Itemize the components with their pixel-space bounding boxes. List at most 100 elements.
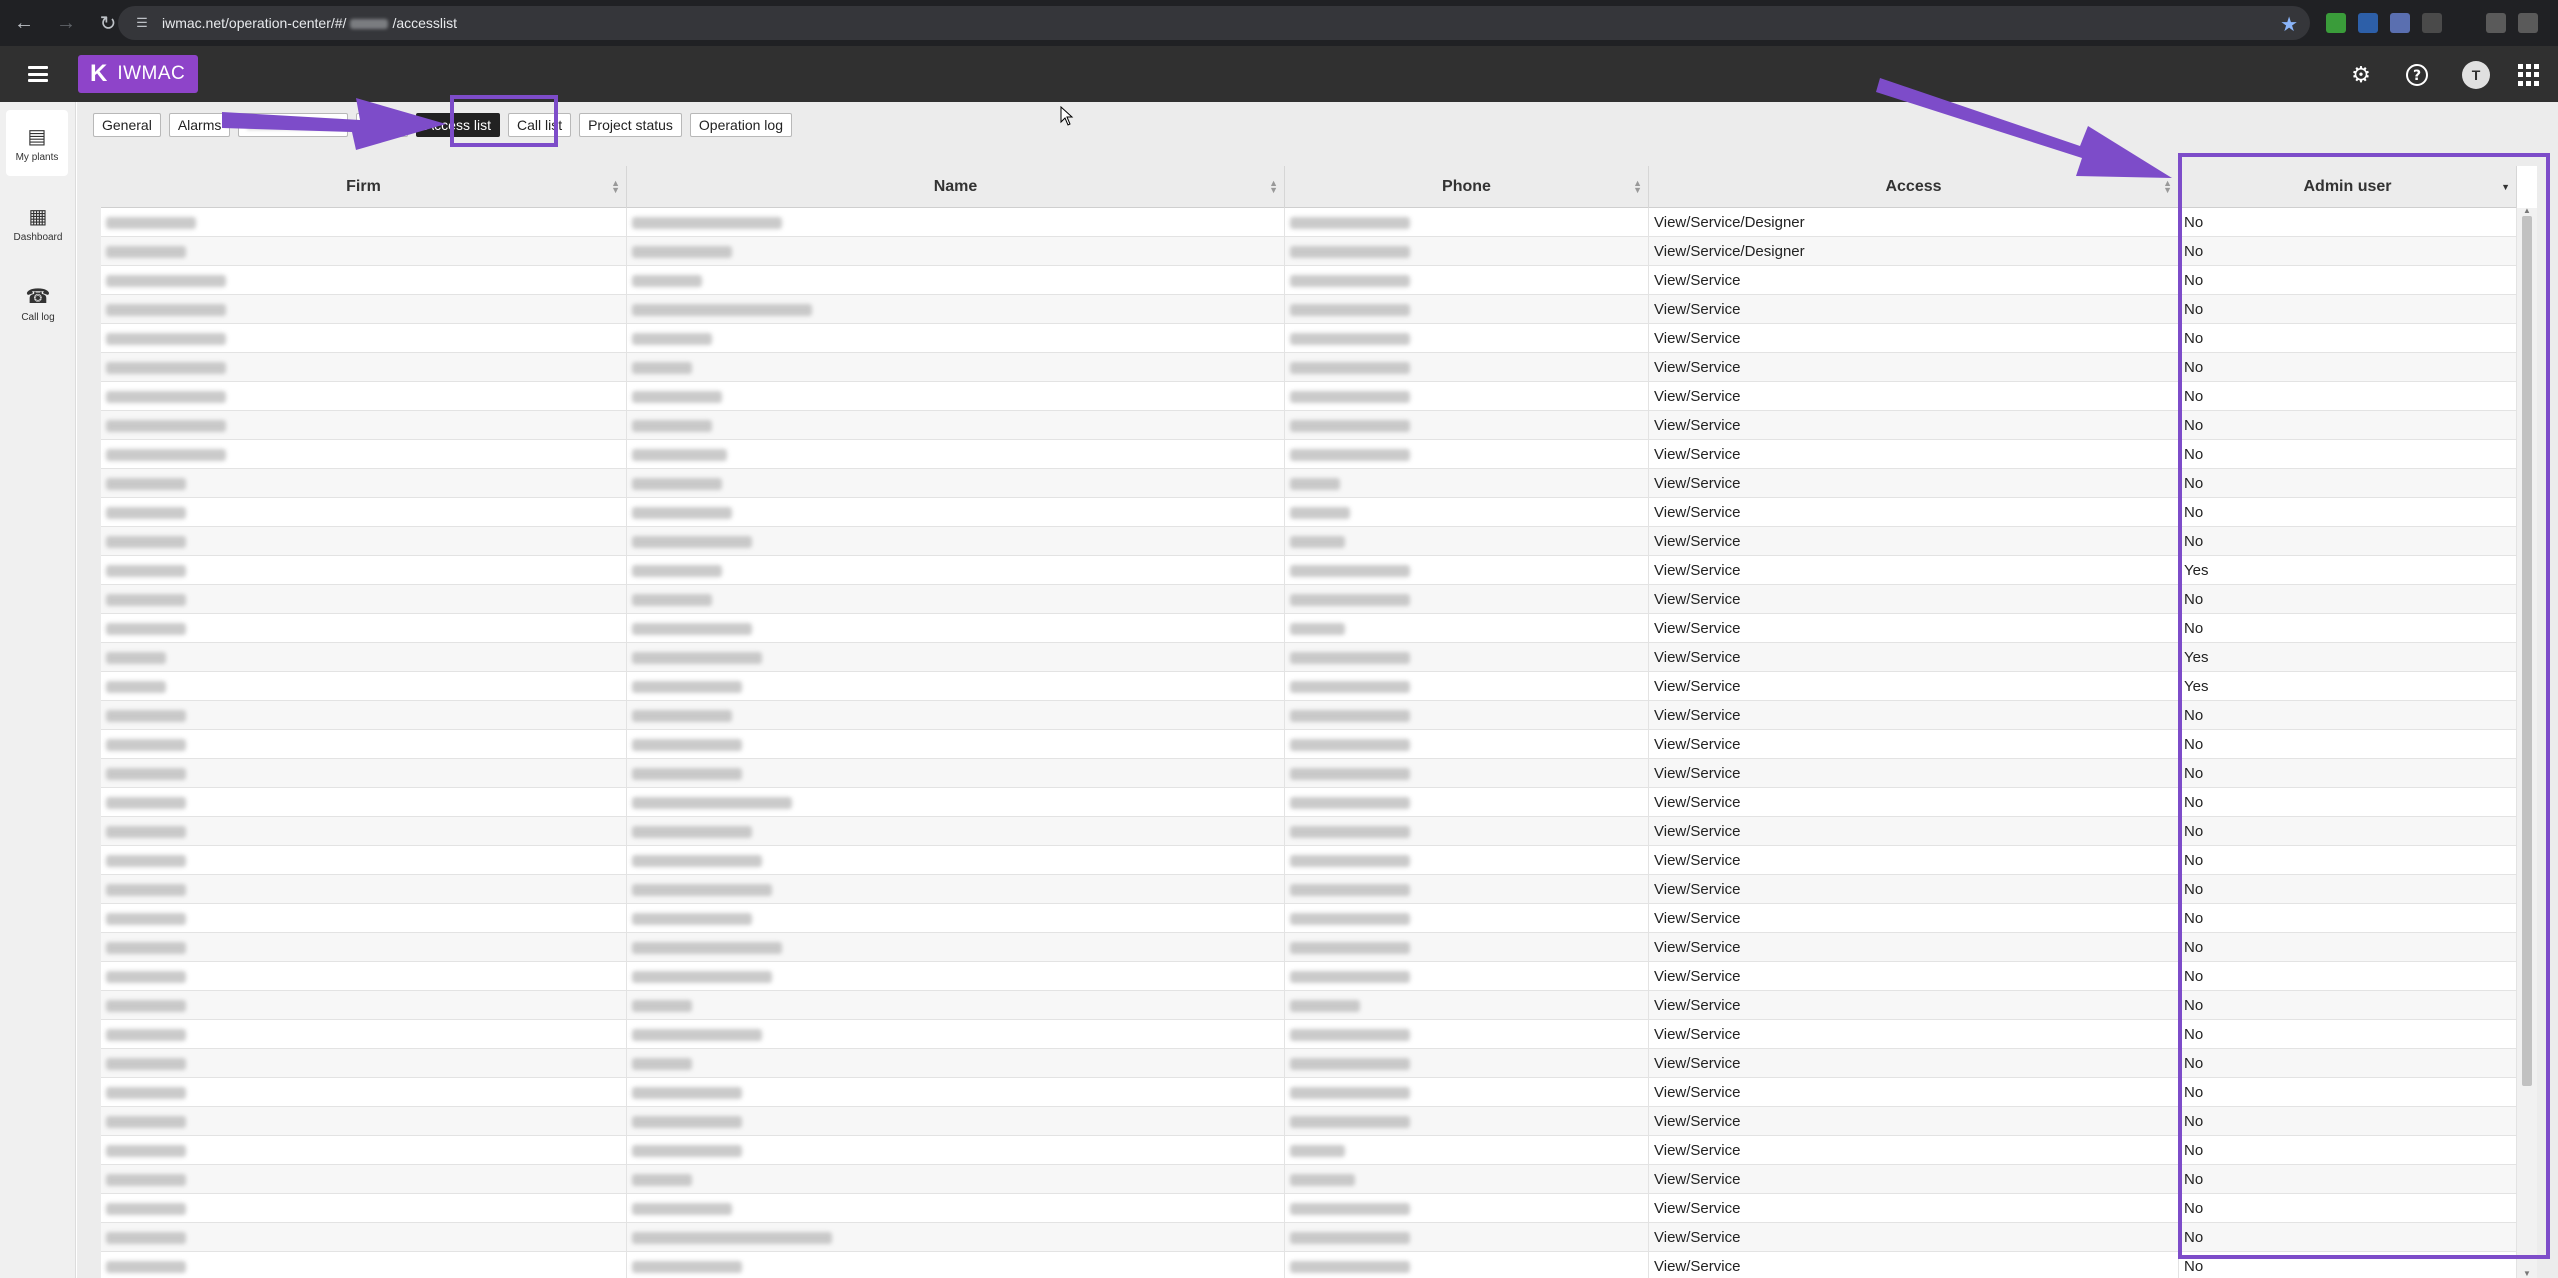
table-row[interactable]: View/Service No xyxy=(101,933,2517,962)
extension-green-icon[interactable] xyxy=(2326,13,2346,33)
table-row[interactable]: View/Service No xyxy=(101,295,2517,324)
sort-icon[interactable]: ▲ ▼ xyxy=(1633,179,1642,195)
tab-alarms[interactable]: Alarms xyxy=(168,113,231,137)
tab-general[interactable]: General xyxy=(93,113,161,137)
cell-name xyxy=(627,440,1285,469)
cell-name xyxy=(627,1049,1285,1078)
table-row[interactable]: View/Service No xyxy=(101,1252,2517,1278)
cell-firm xyxy=(101,730,627,759)
hamburger-menu-icon[interactable] xyxy=(26,62,50,86)
cell-name xyxy=(627,846,1285,875)
tab-operation-log[interactable]: Operation log xyxy=(689,113,792,137)
redacted-text xyxy=(632,651,762,664)
redacted-text xyxy=(632,796,792,809)
cell-firm xyxy=(101,759,627,788)
table-row[interactable]: View/Service No xyxy=(101,1078,2517,1107)
redacted-segment xyxy=(247,120,340,130)
help-icon[interactable]: ? xyxy=(2404,62,2430,88)
table-row[interactable]: View/Service/Designer No xyxy=(101,237,2517,266)
browser-menu-icon[interactable] xyxy=(2518,13,2538,33)
table-row[interactable]: View/Service No xyxy=(101,846,2517,875)
redacted-text xyxy=(632,361,692,374)
site-settings-icon[interactable]: ☰ xyxy=(132,13,152,33)
redacted-text xyxy=(1290,651,1410,664)
cell-name xyxy=(627,1223,1285,1252)
redacted-text xyxy=(632,535,752,548)
table-row[interactable]: View/Service No xyxy=(101,411,2517,440)
cell-firm xyxy=(101,1165,627,1194)
column-header-access[interactable]: Access ▲ ▼ xyxy=(1649,166,2179,208)
avatar[interactable]: T xyxy=(2462,61,2490,89)
column-header-phone[interactable]: Phone ▲ ▼ xyxy=(1285,166,1649,208)
sort-icon[interactable]: ▲ ▼ xyxy=(611,179,620,195)
table-row[interactable]: View/Service No xyxy=(101,353,2517,382)
cell-phone xyxy=(1285,585,1649,614)
rail-item-call-log[interactable]: ☎ Call log xyxy=(0,270,76,336)
tab-settings[interactable]: ttings xyxy=(356,113,408,137)
scroll-down-icon[interactable]: ▼ xyxy=(2523,1269,2531,1278)
table-row[interactable]: View/Service No xyxy=(101,382,2517,411)
cell-phone xyxy=(1285,1252,1649,1278)
table-row[interactable]: View/Service No xyxy=(101,788,2517,817)
cell-name xyxy=(627,1136,1285,1165)
table-row[interactable]: View/Service No xyxy=(101,962,2517,991)
browser-toolbar: ← → ↻ ☰ iwmac.net/operation-center/#//ac… xyxy=(0,0,2558,46)
table-row[interactable]: View/Service No xyxy=(101,1049,2517,1078)
table-row[interactable]: View/Service Yes xyxy=(101,643,2517,672)
column-header-firm[interactable]: Firm ▲ ▼ xyxy=(101,166,627,208)
table-row[interactable]: View/Service/Designer No xyxy=(101,208,2517,237)
address-bar[interactable]: ☰ iwmac.net/operation-center/#//accessli… xyxy=(118,6,2310,40)
back-icon[interactable]: ← xyxy=(6,5,42,41)
table-row[interactable]: View/Service No xyxy=(101,469,2517,498)
table-row[interactable]: View/Service No xyxy=(101,614,2517,643)
table-row[interactable]: View/Service No xyxy=(101,875,2517,904)
redacted-text xyxy=(632,303,812,316)
gear-icon[interactable]: ⚙ xyxy=(2348,62,2374,88)
table-row[interactable]: View/Service No xyxy=(101,498,2517,527)
rail-item-my-plants[interactable]: ▤ My plants xyxy=(6,110,68,176)
table-row[interactable]: View/Service No xyxy=(101,817,2517,846)
cell-name xyxy=(627,643,1285,672)
table-row[interactable]: View/Service No xyxy=(101,759,2517,788)
extension-window-icon[interactable] xyxy=(2390,13,2410,33)
table-row[interactable]: View/Service No xyxy=(101,904,2517,933)
table-row[interactable]: View/Service No xyxy=(101,324,2517,353)
extension-gray-icon[interactable] xyxy=(2422,13,2442,33)
table-header: Firm ▲ ▼ Name ▲ ▼ Phone ▲ ▼ Access ▲ ▼ Admin use… xyxy=(101,166,2517,208)
cell-phone xyxy=(1285,1194,1649,1223)
extension-puzzle-icon[interactable] xyxy=(2486,13,2506,33)
redacted-text xyxy=(632,1086,742,1099)
cell-phone xyxy=(1285,846,1649,875)
tab-hidden[interactable] xyxy=(238,113,349,137)
column-header-name[interactable]: Name ▲ ▼ xyxy=(627,166,1285,208)
table-row[interactable]: View/Service No xyxy=(101,1020,2517,1049)
table-row[interactable]: View/Service No xyxy=(101,1136,2517,1165)
table-row[interactable]: View/Service No xyxy=(101,991,2517,1020)
table-row[interactable]: View/Service No xyxy=(101,1194,2517,1223)
table-row[interactable]: View/Service No xyxy=(101,730,2517,759)
url-text[interactable]: iwmac.net/operation-center/#//accesslist xyxy=(162,15,457,31)
sort-icon[interactable]: ▲ ▼ xyxy=(1269,179,1278,195)
table-row[interactable]: View/Service No xyxy=(101,585,2517,614)
cell-access: View/Service xyxy=(1649,1049,2179,1078)
redacted-text xyxy=(632,1260,742,1273)
table-row[interactable]: View/Service No xyxy=(101,701,2517,730)
apps-grid-icon[interactable] xyxy=(2518,64,2540,86)
extension-blue-icon[interactable] xyxy=(2358,13,2378,33)
table-row[interactable]: View/Service No xyxy=(101,440,2517,469)
redacted-text xyxy=(632,274,702,287)
table-row[interactable]: View/Service No xyxy=(101,1107,2517,1136)
app-logo[interactable]: K IWMAC xyxy=(78,55,198,93)
bookmark-star-icon[interactable]: ★ xyxy=(2280,12,2298,37)
sort-icon[interactable]: ▲ ▼ xyxy=(2163,179,2172,195)
dashboard-icon: ▦ xyxy=(28,205,48,228)
rail-item-dashboard[interactable]: ▦ Dashboard xyxy=(0,190,76,256)
table-row[interactable]: View/Service No xyxy=(101,527,2517,556)
table-row[interactable]: View/Service No xyxy=(101,1223,2517,1252)
forward-icon[interactable]: → xyxy=(48,5,84,41)
tab-project-status[interactable]: Project status xyxy=(579,113,682,137)
table-row[interactable]: View/Service No xyxy=(101,266,2517,295)
table-row[interactable]: View/Service No xyxy=(101,1165,2517,1194)
table-row[interactable]: View/Service Yes xyxy=(101,556,2517,585)
table-row[interactable]: View/Service Yes xyxy=(101,672,2517,701)
